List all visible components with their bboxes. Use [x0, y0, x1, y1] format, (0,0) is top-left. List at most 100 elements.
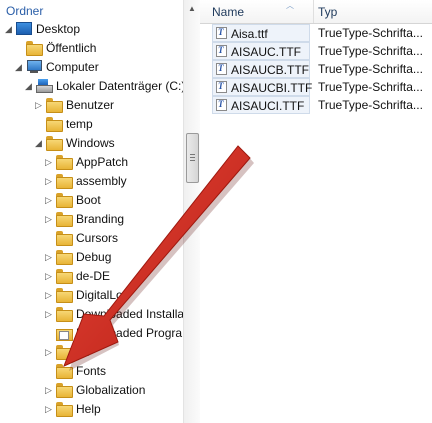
- folder-icon: [56, 345, 73, 360]
- file-row[interactable]: T AISAUCB.TTF TrueType-Schrifta...: [200, 60, 432, 78]
- file-type: TrueType-Schrifta...: [318, 44, 423, 58]
- expand-triangle-icon[interactable]: ▷: [44, 253, 53, 262]
- tree-item[interactable]: Fonts: [0, 362, 183, 381]
- tree-item-label: Branding: [76, 212, 125, 226]
- expand-triangle-icon: [44, 329, 53, 338]
- file-row[interactable]: T AISAUC.TTF TrueType-Schrifta...: [200, 42, 432, 60]
- expand-triangle-icon: [44, 367, 53, 376]
- scrollbar-thumb[interactable]: [186, 133, 199, 183]
- expand-triangle-icon[interactable]: ▷: [44, 310, 53, 319]
- expand-triangle-icon[interactable]: ▷: [44, 405, 53, 414]
- file-row[interactable]: T AISAUCI.TTF TrueType-Schrifta...: [200, 96, 432, 114]
- expand-triangle-icon[interactable]: ▷: [44, 215, 53, 224]
- tree-item[interactable]: ▷ Help: [0, 400, 183, 419]
- tree-item-label: de-DE: [76, 269, 111, 283]
- collapse-triangle-icon[interactable]: ◢: [14, 63, 23, 72]
- tree-item-label: Debug: [76, 250, 112, 264]
- tree-item[interactable]: ▷ Debug: [0, 248, 183, 267]
- tree-item[interactable]: ▷ Downloaded Installat: [0, 305, 187, 324]
- tree-item[interactable]: ◢ Computer: [0, 58, 183, 77]
- tree-item[interactable]: ▷ eh: [0, 343, 183, 362]
- expand-triangle-icon: [34, 120, 43, 129]
- folder-icon: [56, 288, 73, 303]
- truetype-font-icon: T: [216, 45, 227, 57]
- expand-triangle-icon: [14, 44, 23, 53]
- expand-triangle-icon[interactable]: ▷: [34, 101, 43, 110]
- folder-icon: [56, 231, 73, 246]
- folder-pane-title: Ordner: [6, 4, 44, 18]
- tree-item[interactable]: ◢ Desktop: [0, 20, 183, 39]
- tree-item-label: Downloaded Progra: [76, 326, 183, 340]
- expand-triangle-icon[interactable]: ▷: [44, 291, 53, 300]
- expand-triangle-icon[interactable]: ▷: [44, 196, 53, 205]
- expand-triangle-icon[interactable]: ▷: [44, 272, 53, 281]
- file-type: TrueType-Schrifta...: [318, 62, 423, 76]
- tree-item[interactable]: ◢ Lokaler Datenträger (C:): [0, 77, 186, 96]
- tree-item[interactable]: ▷ DigitalLo: [0, 286, 183, 305]
- tree-item-label: Boot: [76, 193, 101, 207]
- file-row[interactable]: T Aisa.ttf TrueType-Schrifta...: [200, 24, 432, 42]
- tree-item[interactable]: Downloaded Progra: [0, 324, 183, 343]
- folder-icon: [56, 383, 73, 398]
- file-name-cell[interactable]: T AISAUCI.TTF: [212, 96, 310, 114]
- tree-item-label: Cursors: [76, 231, 119, 245]
- tree-item[interactable]: temp: [0, 115, 183, 134]
- explorer-window: Ordner ◢ Desktop Öffentlich ◢ Computer ◢ Lokal…: [0, 0, 432, 423]
- folder-icon: [46, 136, 63, 151]
- scroll-up-arrow-icon[interactable]: ▲: [184, 0, 200, 17]
- tree-item-label: Help: [76, 402, 101, 416]
- file-name-cell[interactable]: T AISAUCB.TTF: [212, 60, 310, 78]
- expand-triangle-icon[interactable]: ▷: [44, 158, 53, 167]
- drive-icon: [36, 79, 53, 93]
- file-list-pane: Name ︿ Typ T Aisa.ttf TrueType-Schrifta...…: [200, 0, 432, 423]
- tree-item-label: Fonts: [76, 364, 107, 378]
- expand-triangle-icon[interactable]: ▷: [44, 386, 53, 395]
- tree-item[interactable]: ▷ assembly: [0, 172, 183, 191]
- folder-icon: [56, 250, 73, 265]
- tree-item-label: Öffentlich: [46, 41, 97, 55]
- tree-item[interactable]: Cursors: [0, 229, 183, 248]
- tree-item-label: Computer: [46, 60, 99, 74]
- file-name-cell[interactable]: T Aisa.ttf: [212, 24, 310, 42]
- folder-icon: [56, 212, 73, 227]
- tree-item-label: Globalization: [76, 383, 146, 397]
- folder-pane-header: Ordner: [0, 0, 183, 20]
- expand-triangle-icon[interactable]: ▷: [44, 177, 53, 186]
- file-name: Aisa.ttf: [231, 27, 268, 41]
- tree-item[interactable]: ▷ Branding: [0, 210, 183, 229]
- collapse-triangle-icon[interactable]: ◢: [4, 25, 13, 34]
- tree-item[interactable]: ◢ Windows: [0, 134, 183, 153]
- tree-item-label: Lokaler Datenträger (C:): [56, 79, 186, 93]
- folder-icon: [56, 402, 73, 417]
- truetype-font-icon: T: [216, 27, 227, 39]
- desktop-icon: [16, 22, 32, 36]
- file-type: TrueType-Schrifta...: [318, 80, 423, 94]
- column-header-type[interactable]: Typ: [314, 0, 432, 23]
- folder-icon: [56, 364, 73, 379]
- file-name-cell[interactable]: T AISAUC.TTF: [212, 42, 310, 60]
- tree-item-label: Windows: [66, 136, 115, 150]
- tree-item-label: AppPatch: [76, 155, 129, 169]
- tree-item[interactable]: ▷ Boot: [0, 191, 183, 210]
- file-row[interactable]: T AISAUCBI.TTF TrueType-Schrifta...: [200, 78, 432, 96]
- file-name-cell[interactable]: T AISAUCBI.TTF: [212, 78, 312, 96]
- tree-item[interactable]: ▷ AppPatch: [0, 153, 183, 172]
- expand-triangle-icon[interactable]: ▷: [44, 348, 53, 357]
- file-type: TrueType-Schrifta...: [318, 98, 423, 112]
- tree-item-label: DigitalLo: [76, 288, 123, 302]
- file-name: AISAUCI.TTF: [231, 99, 305, 113]
- truetype-font-icon: T: [216, 81, 227, 93]
- folder-icon: [56, 307, 73, 322]
- column-header-name[interactable]: Name ︿: [210, 0, 314, 23]
- tree-scrollbar[interactable]: ▲: [183, 0, 200, 423]
- tree-item[interactable]: ▷ Benutzer: [0, 96, 183, 115]
- column-name-label: Name: [212, 5, 245, 19]
- collapse-triangle-icon[interactable]: ◢: [24, 82, 33, 91]
- folder-icon: [56, 155, 73, 170]
- tree-item[interactable]: ▷ Globalization: [0, 381, 183, 400]
- tree-item[interactable]: ▷ de-DE: [0, 267, 183, 286]
- folder-icon: [56, 174, 73, 189]
- folder-icon: [46, 98, 63, 113]
- collapse-triangle-icon[interactable]: ◢: [34, 139, 43, 148]
- tree-item[interactable]: Öffentlich: [0, 39, 183, 58]
